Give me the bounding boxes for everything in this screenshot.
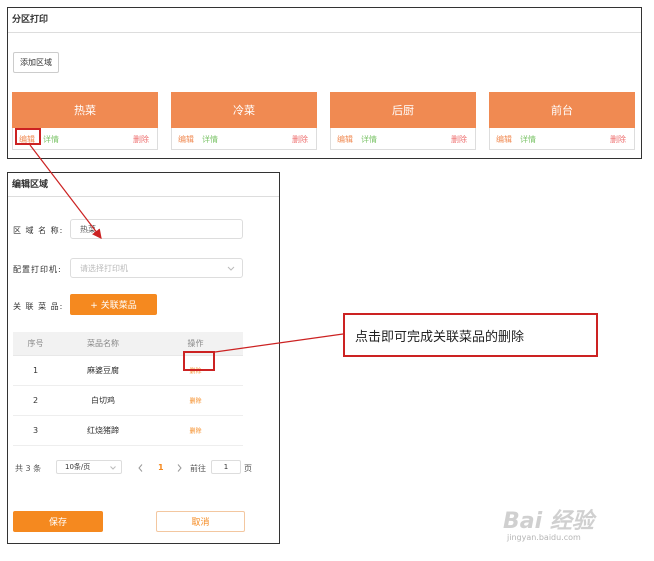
callout-connector (214, 333, 344, 353)
watermark: Bai 经验 jingyan.baidu.com (503, 503, 623, 548)
annotation-callout: 点击即可完成关联菜品的删除 (343, 313, 598, 357)
arrow-to-edit-form (29, 144, 102, 239)
watermark-logo: Bai 经验 (503, 509, 594, 534)
annotation-arrows (29, 144, 344, 353)
watermark-url: jingyan.baidu.com (507, 533, 581, 542)
